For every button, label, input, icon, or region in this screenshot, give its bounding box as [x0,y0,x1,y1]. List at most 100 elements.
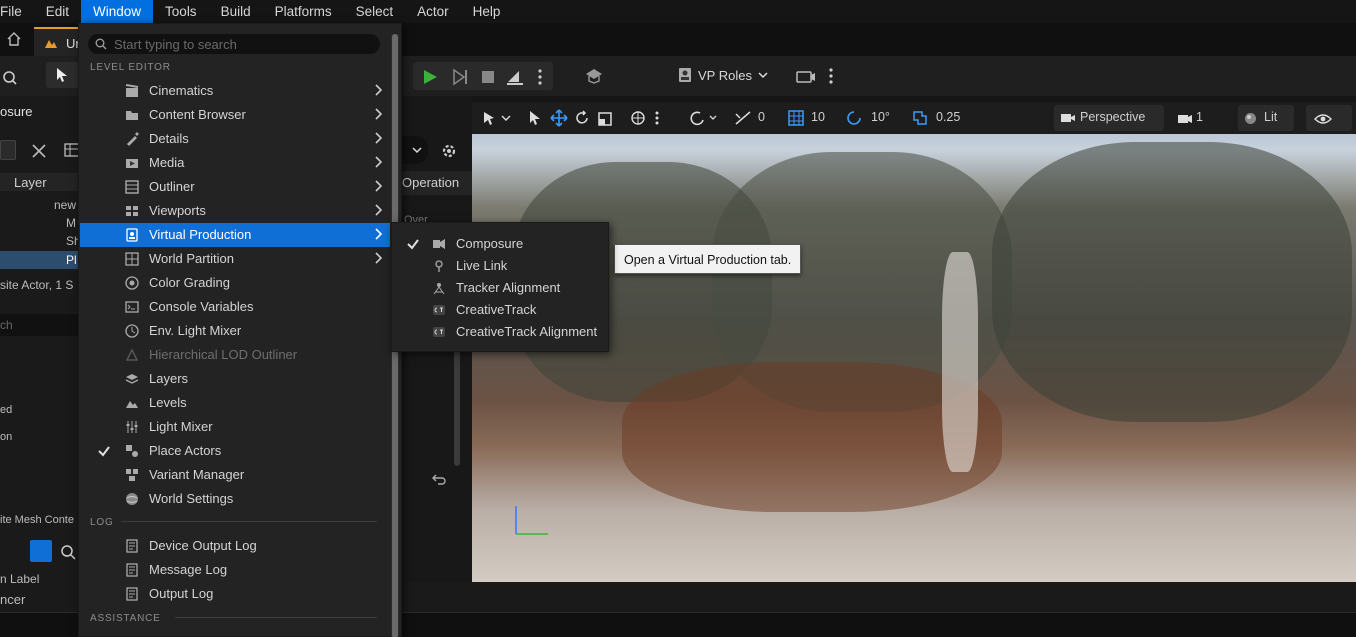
menu-item-console-variables[interactable]: Console Variables [80,295,390,319]
tracker-alignment-icon [433,283,445,295]
menu-item-levels[interactable]: Levels [80,391,390,415]
rotate-snap-value[interactable]: 10° [871,110,890,124]
submenu-item-creativetrack-alignment[interactable]: CreativeTrack Alignment [392,321,608,343]
menu-window[interactable]: Window [81,0,154,23]
filter-toggle-button[interactable] [30,540,52,562]
rotate-snap-icon[interactable] [846,110,864,126]
select-tool-icon[interactable] [528,110,542,126]
place-actors-icon [126,445,138,457]
chevron-down-icon [758,72,768,79]
menu-tools[interactable]: Tools [153,0,209,23]
select-mode-icon[interactable] [0,68,18,86]
scale-tool-icon[interactable] [598,110,612,126]
scale-snap-icon[interactable] [912,110,928,126]
chevron-right-icon [375,180,383,192]
menu-item-label: Variant Manager [149,467,245,482]
gear-icon[interactable] [440,142,458,160]
menu-platforms[interactable]: Platforms [263,0,344,23]
menu-item-output-log[interactable]: Output Log [80,582,390,606]
character-figure [942,252,978,472]
toolbar-more-icon[interactable] [828,67,834,85]
menu-item-media[interactable]: Media [80,151,390,175]
details-icon [127,132,139,146]
translate-tool-icon[interactable] [550,109,568,127]
menu-item-variant-manager[interactable]: Variant Manager [80,463,390,487]
menu-item-label: Cinematics [149,83,214,98]
search-icon[interactable] [60,544,76,560]
menu-search-input[interactable]: Start typing to search [88,34,380,54]
viewport-more-icon[interactable] [654,110,660,126]
tree-item-new[interactable]: new [54,198,76,212]
menu-item-label: Content Browser [149,107,246,122]
device-output-log-icon [126,539,138,553]
menu-help[interactable]: Help [461,0,513,23]
menu-item-device-output-log[interactable]: Device Output Log [80,534,390,558]
camera-speed-icon[interactable] [1176,110,1194,126]
world-space-icon[interactable] [630,110,646,126]
translate-snap-icon[interactable] [734,110,752,126]
grid-snap-icon[interactable] [788,110,804,126]
menu-actor[interactable]: Actor [405,0,461,23]
tree-item-m[interactable]: M [66,216,76,230]
menu-select[interactable]: Select [344,0,406,23]
chevron-right-icon [375,228,383,240]
home-icon[interactable] [6,31,22,47]
perspective-button[interactable]: Perspective [1054,105,1164,131]
menu-item-content-browser[interactable]: Content Browser [80,103,390,127]
menu-item-color-grading[interactable]: Color Grading [80,271,390,295]
menu-item-label: Details [149,131,189,146]
tree-item-pl: Pl [66,253,77,267]
outliner-filter-button[interactable] [0,140,16,160]
eject-icon[interactable] [505,68,525,86]
step-icon[interactable] [451,68,469,86]
menu-item-virtual-production[interactable]: Virtual Production [80,223,390,247]
menu-item-world-partition[interactable]: World Partition [80,247,390,271]
menu-edit[interactable]: Edit [34,0,81,23]
play-icon[interactable] [421,68,439,86]
scale-snap-value[interactable]: 0.25 [936,110,960,124]
play-options-icon[interactable] [537,68,543,86]
menu-item-light-mixer[interactable]: Light Mixer [80,415,390,439]
submenu-item-live-link[interactable]: Live Link [392,255,608,277]
sequencer-label: ncer [0,592,26,607]
menu-file[interactable]: File [0,0,34,23]
menu-item-outliner[interactable]: Outliner [80,175,390,199]
menu-item-viewports[interactable]: Viewports [80,199,390,223]
viewport-options-icon[interactable] [482,110,512,126]
platforms-icon[interactable] [584,66,604,86]
submenu-item-composure[interactable]: Composure [392,233,608,255]
translate-snap-value[interactable]: 0 [758,110,765,124]
composure-scrollbar[interactable] [454,346,460,466]
submenu-item-tracker-alignment[interactable]: Tracker Alignment [392,277,608,299]
show-flags-button[interactable] [1306,105,1352,131]
window-menu: Start typing to search LEVEL EDITOR Cine… [78,23,402,637]
composure-dropdown[interactable] [402,136,428,164]
menu-item-env-light-mixer[interactable]: Env. Light Mixer [80,319,390,343]
rotate-tool-icon[interactable] [574,109,590,127]
camera-speed-value[interactable]: 1 [1196,110,1203,124]
surface-snap-icon[interactable] [690,110,718,126]
tree-row-selected[interactable]: Pl [0,251,80,269]
menu-item-label: Output Log [149,586,214,601]
viewports-icon [126,206,138,216]
layer-column-header: Layer [14,175,47,190]
cinematic-camera-icon[interactable] [795,66,817,86]
menu-item-place-actors[interactable]: Place Actors [80,439,390,463]
menu-item-layers[interactable]: Layers [80,367,390,391]
lit-button[interactable]: Lit [1238,105,1294,131]
reset-icon[interactable] [432,472,446,486]
stop-icon[interactable] [479,68,497,86]
menu-item-message-log[interactable]: Message Log [80,558,390,582]
vp-roles-dropdown[interactable]: VP Roles [678,67,768,83]
tooltip: Open a Virtual Production tab. [614,244,802,274]
menu-item-cinematics[interactable]: Cinematics [80,79,390,103]
quick-add-button[interactable] [46,62,80,88]
menu-item-world-settings[interactable]: World Settings [80,487,390,511]
menu-build[interactable]: Build [209,0,263,23]
tools-icon[interactable] [30,142,48,160]
grid-snap-value[interactable]: 10 [811,110,825,124]
submenu-item-creativetrack[interactable]: CreativeTrack [392,299,608,321]
details-search-input[interactable]: ch [0,314,80,336]
menu-item-label: World Settings [149,491,234,506]
menu-item-details[interactable]: Details [80,127,390,151]
